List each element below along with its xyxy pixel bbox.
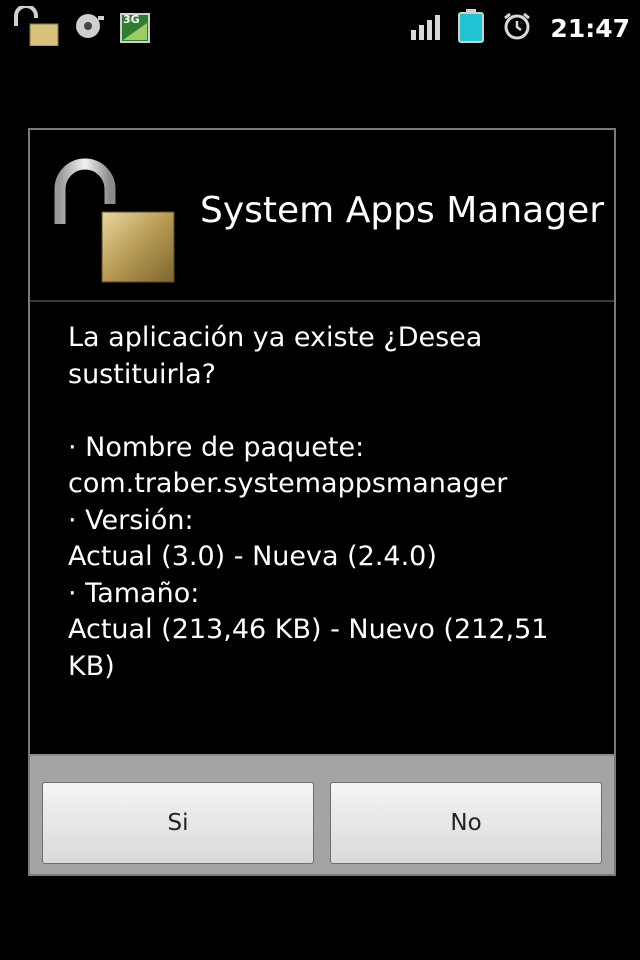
version-label: · Versión: [68,504,194,536]
package-name: com.traber.systemappsmanager [68,468,508,499]
size-label: · Tamaño: [68,577,200,609]
network-badge: 3G [123,13,140,26]
dialog-title: System Apps Manager [200,190,605,231]
system-icons: 21:47 [411,8,630,48]
no-button[interactable]: No [330,782,602,864]
clock: 21:47 [550,13,630,43]
3g-sim-icon: 3G [120,13,150,43]
open-padlock-icon [50,154,180,284]
unlock-icon [10,4,60,50]
size-value: Actual (213,46 KB) - Nuevo (212,51 [68,614,549,645]
message-line: La aplicación ya existe ¿Desea [68,322,483,353]
signal-icon [411,15,441,40]
status-bar: 3G 21:47 [0,0,640,52]
version-value: Actual (3.0) - Nueva (2.4.0) [68,541,437,572]
message-line: sustituirla? [68,358,217,390]
package-label: · Nombre de paquete: [68,431,365,463]
dialog-message: La aplicación ya existe ¿Desea sustituir… [68,320,588,685]
yes-button[interactable]: Si [42,782,314,864]
alarm-icon [502,11,532,45]
dialog-button-bar: Si No [30,754,614,874]
sd-card-icon [74,10,106,46]
battery-icon [458,9,485,47]
size-value-cont: KB) [68,650,115,682]
replace-app-dialog: System Apps Manager La aplicación ya exi… [28,128,616,876]
notification-icons: 3G [10,4,150,50]
dialog-header: System Apps Manager [30,130,614,302]
